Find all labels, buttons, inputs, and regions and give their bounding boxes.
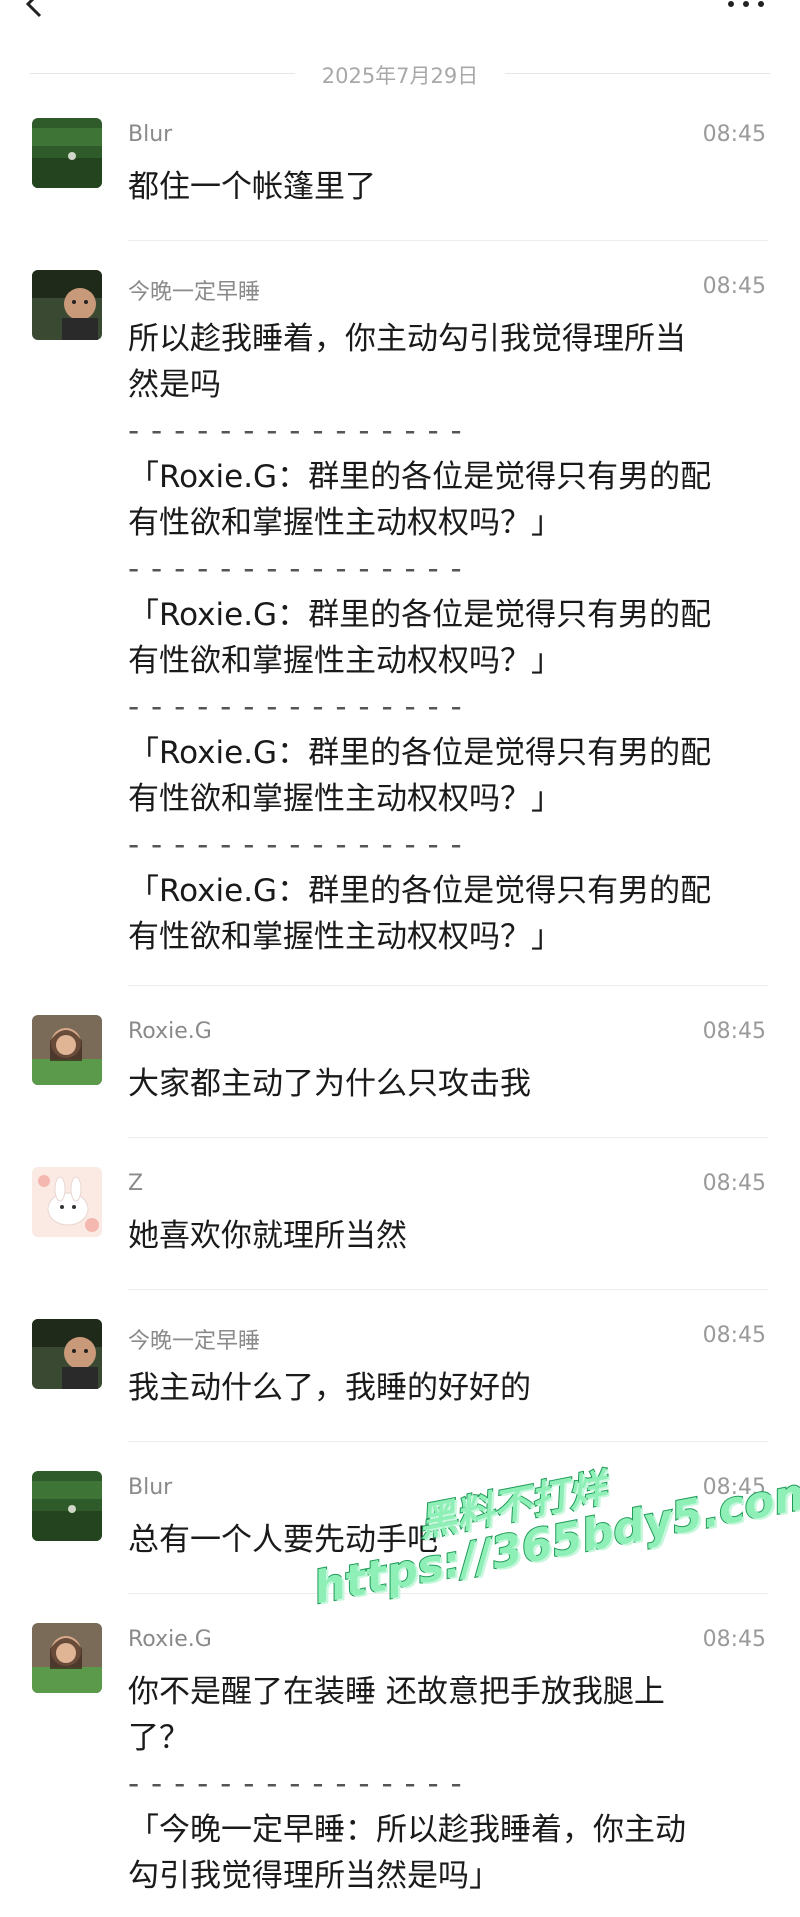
quoted-line: 有性欲和掌握性主动权权吗？」 [128, 643, 562, 679]
date-separator: 2025年7月29日 [30, 52, 770, 96]
message-time: 08:45 [702, 122, 766, 147]
sender-name: Blur [128, 1475, 173, 1500]
back-arrow-icon[interactable] [18, 0, 52, 22]
date-label: 2025年7月29日 [321, 64, 479, 88]
quote-separator: - - - - - - - - - - - - - - - [128, 689, 463, 725]
message-time: 08:45 [702, 1171, 766, 1196]
quoted-line: 有性欲和掌握性主动权权吗？」 [128, 781, 562, 817]
sender-name: Z [128, 1171, 144, 1196]
sender-name: Roxie.G [128, 1627, 212, 1652]
quoted-line: 「今晚一定早睡：所以趁我睡着，你主动 [128, 1812, 686, 1848]
message-text[interactable]: 你不是醒了在装睡 还故意把手放我腿上 了？ - - - - - - - - - … [128, 1669, 768, 1899]
quoted-line: 「Roxie.G：群里的各位是觉得只有男的配 [128, 597, 712, 633]
avatar-jinwan[interactable] [32, 270, 102, 340]
message-item: 今晚一定早睡 08:45 所以趁我睡着，你主动勾引我觉得理所当 然是吗 - - … [0, 270, 800, 970]
quoted-line: 勾引我觉得理所当然是吗」 [128, 1858, 500, 1894]
message-divider [128, 1593, 768, 1594]
message-divider [128, 985, 768, 986]
quote-separator: - - - - - - - - - - - - - - - [128, 1766, 463, 1802]
sender-name: 今晚一定早睡 [128, 1329, 261, 1354]
quoted-line: 有性欲和掌握性主动权权吗？」 [128, 919, 562, 955]
message-divider [128, 1137, 768, 1138]
message-item: Roxie.G 08:45 你不是醒了在装睡 还故意把手放我腿上 了？ - - … [0, 1623, 800, 1917]
message-text[interactable]: 总有一个人要先动手吧 [128, 1517, 768, 1563]
avatar-z[interactable] [32, 1167, 102, 1237]
avatar-blur[interactable] [32, 118, 102, 188]
message-item: Blur 08:45 都住一个帐篷里了 [0, 118, 800, 238]
sender-name: 今晚一定早睡 [128, 280, 261, 305]
message-divider [128, 1289, 768, 1290]
message-text[interactable]: 所以趁我睡着，你主动勾引我觉得理所当 然是吗 - - - - - - - - -… [128, 316, 768, 960]
more-options-icon[interactable] [724, 0, 768, 14]
sender-name: Blur [128, 122, 173, 147]
message-text[interactable]: 大家都主动了为什么只攻击我 [128, 1061, 768, 1107]
quoted-line: 「Roxie.G：群里的各位是觉得只有男的配 [128, 873, 712, 909]
message-text[interactable]: 我主动什么了，我睡的好好的 [128, 1365, 768, 1411]
quote-separator: - - - - - - - - - - - - - - - [128, 827, 463, 863]
quote-separator: - - - - - - - - - - - - - - - [128, 413, 463, 449]
message-item: Roxie.G 08:45 大家都主动了为什么只攻击我 [0, 1015, 800, 1135]
message-divider [128, 1441, 768, 1442]
quote-separator: - - - - - - - - - - - - - - - [128, 551, 463, 587]
message-text[interactable]: 她喜欢你就理所当然 [128, 1213, 768, 1259]
message-item: Z 08:45 她喜欢你就理所当然 [0, 1167, 800, 1287]
message-divider [128, 240, 768, 241]
quoted-line: 「Roxie.G：群里的各位是觉得只有男的配 [128, 735, 712, 771]
quoted-line: 「Roxie.G：群里的各位是觉得只有男的配 [128, 459, 712, 495]
avatar-jinwan[interactable] [32, 1319, 102, 1389]
avatar-roxie[interactable] [32, 1623, 102, 1693]
sender-name: Roxie.G [128, 1019, 212, 1044]
message-time: 08:45 [702, 1019, 766, 1044]
message-item: Blur 08:45 总有一个人要先动手吧 [0, 1471, 800, 1591]
message-time: 08:45 [702, 1627, 766, 1652]
avatar-blur[interactable] [32, 1471, 102, 1541]
message-time: 08:45 [702, 274, 766, 299]
avatar-roxie[interactable] [32, 1015, 102, 1085]
quoted-line: 有性欲和掌握性主动权权吗？」 [128, 505, 562, 541]
message-text[interactable]: 都住一个帐篷里了 [128, 164, 768, 210]
message-time: 08:45 [702, 1475, 766, 1500]
top-bar [0, 0, 800, 40]
message-item: 今晚一定早睡 08:45 我主动什么了，我睡的好好的 [0, 1319, 800, 1439]
message-time: 08:45 [702, 1323, 766, 1348]
